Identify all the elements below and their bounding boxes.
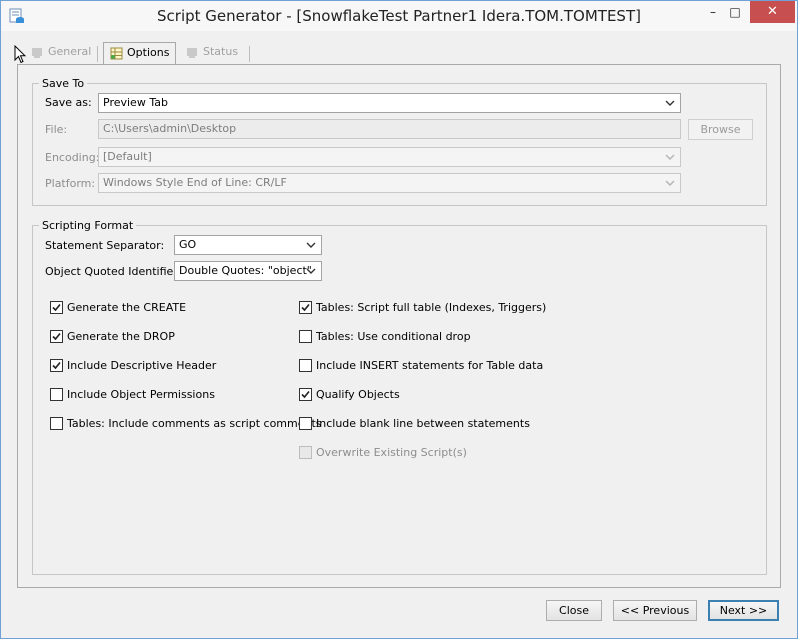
close-button[interactable]: Close xyxy=(546,600,602,621)
scripting-format-legend: Scripting Format xyxy=(42,219,134,232)
tab-options[interactable]: Options xyxy=(103,42,177,65)
checkmark-icon xyxy=(52,303,61,312)
tab-status[interactable]: Status xyxy=(186,45,238,64)
close-window-button[interactable]: ✕ xyxy=(750,1,795,23)
checkmark-icon xyxy=(301,303,310,312)
browse-button[interactable]: Browse xyxy=(688,119,753,140)
maximize-button[interactable]: □ xyxy=(722,1,748,23)
save-to-legend: Save To xyxy=(42,77,85,90)
tab-divider xyxy=(249,46,250,62)
save-as-dropdown[interactable]: Preview Tab xyxy=(98,93,681,113)
chevron-down-icon xyxy=(306,268,316,274)
platform-dropdown[interactable]: Windows Style End of Line: CR/LF xyxy=(98,173,681,193)
quoted-identifier-label: Object Quoted Identifier: xyxy=(45,265,182,278)
tab-strip: General Options Status xyxy=(17,42,781,65)
tab-divider xyxy=(97,46,98,62)
options-panel: Save To Save as: Preview Tab File: C:\Us… xyxy=(17,64,781,588)
status-tab-icon xyxy=(187,47,197,58)
encoding-label: Encoding: xyxy=(45,151,100,164)
title-bar[interactable]: Script Generator - [SnowflakeTest Partne… xyxy=(1,1,797,31)
statement-separator-label: Statement Separator: xyxy=(45,239,165,252)
options-tab-icon xyxy=(110,47,123,59)
tab-general[interactable]: General xyxy=(31,45,91,64)
chevron-down-icon xyxy=(665,180,675,186)
chevron-down-icon xyxy=(306,242,316,248)
checkmark-icon xyxy=(52,361,61,370)
window-title: Script Generator - [SnowflakeTest Partne… xyxy=(157,7,641,25)
checkmark-icon xyxy=(301,390,310,399)
checkmark-icon xyxy=(52,332,61,341)
encoding-dropdown[interactable]: [Default] xyxy=(98,147,681,167)
platform-label: Platform: xyxy=(45,177,96,190)
previous-button[interactable]: << Previous xyxy=(613,600,697,621)
next-button[interactable]: Next >> xyxy=(708,600,779,621)
statement-separator-dropdown[interactable]: GO xyxy=(174,235,322,255)
script-generator-window: Script Generator - [SnowflakeTest Partne… xyxy=(0,0,798,639)
general-tab-icon xyxy=(32,47,42,58)
save-as-label: Save as: xyxy=(45,96,92,109)
chevron-down-icon xyxy=(665,154,675,160)
file-label: File: xyxy=(45,123,68,136)
chevron-down-icon xyxy=(665,100,675,106)
file-path-field: C:\Users\admin\Desktop xyxy=(98,119,681,139)
quoted-identifier-dropdown[interactable]: Double Quotes: "object" xyxy=(174,261,322,281)
